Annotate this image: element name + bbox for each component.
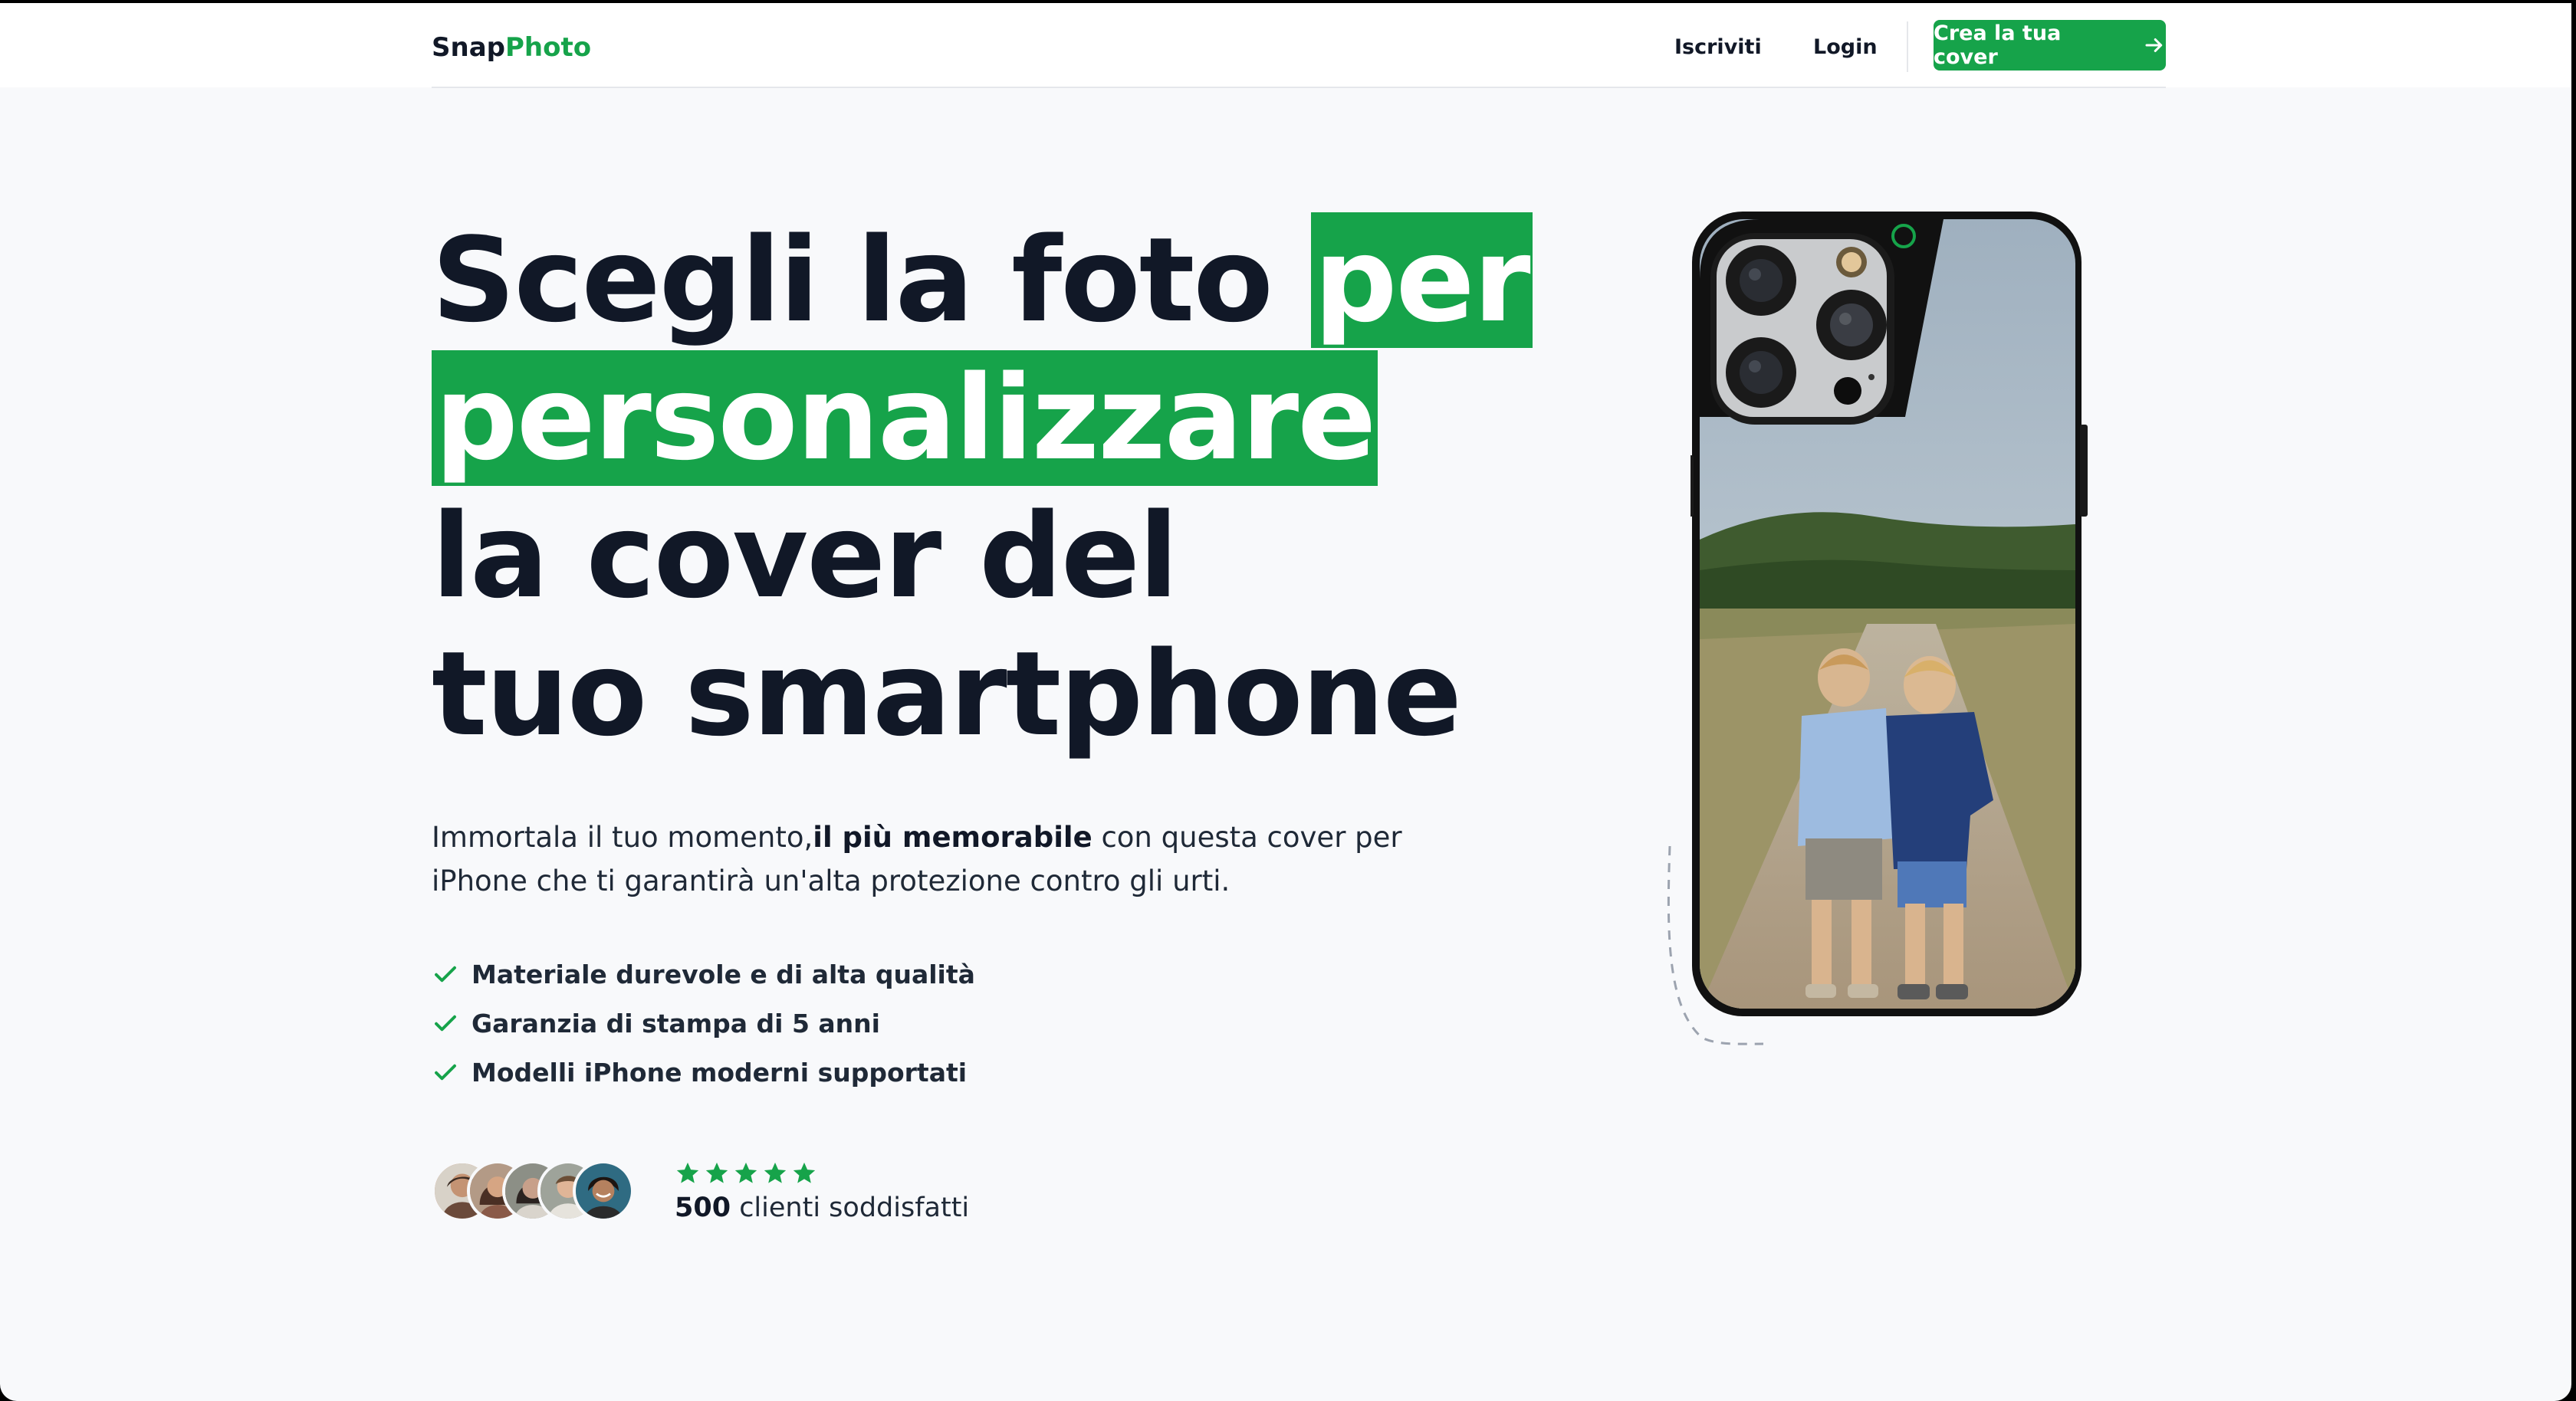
feature-list: Materiale durevole e di alta qualità Gar… xyxy=(432,950,975,1097)
hero-line-3: la cover del xyxy=(432,488,1178,624)
hero-description: Immortala il tuo momento,il più memorabi… xyxy=(432,815,1490,903)
description-part-1: Immortala il tuo momento, xyxy=(432,821,813,854)
create-cover-button[interactable]: Crea la tua cover xyxy=(1934,20,2166,71)
feature-item: Materiale durevole e di alta qualità xyxy=(432,950,975,999)
header-divider xyxy=(432,87,2166,88)
check-icon xyxy=(435,1064,456,1081)
hero-line-4: tuo smartphone xyxy=(432,626,1462,762)
feature-label: Garanzia di stampa di 5 anni xyxy=(472,1008,880,1038)
login-link[interactable]: Login xyxy=(1813,32,1878,63)
feature-item: Modelli iPhone moderni supportati xyxy=(432,1048,975,1097)
star-icon xyxy=(793,1162,816,1183)
avatar xyxy=(573,1160,634,1222)
satisfied-customers-label: clienti soddisfatti xyxy=(731,1193,970,1223)
create-cover-button-label: Crea la tua cover xyxy=(1934,21,2062,69)
feature-label: Modelli iPhone moderni supportati xyxy=(472,1057,968,1088)
brand-logo-part1: Snap xyxy=(432,32,505,63)
site-header: SnapPhoto Iscriviti Login Crea la tua co… xyxy=(0,3,2571,87)
brand-logo-part2: Photo xyxy=(504,32,592,63)
check-icon xyxy=(435,1015,456,1032)
browser-window: SnapPhoto Iscriviti Login Crea la tua co… xyxy=(0,3,2571,1401)
star-icon xyxy=(705,1162,728,1183)
rating-stars xyxy=(675,1160,817,1186)
check-icon xyxy=(435,966,456,983)
hero-line-1: Scegli la foto per xyxy=(432,212,1533,349)
satisfied-customers-text: 500 clienti soddisfatti xyxy=(675,1189,969,1226)
hero-line-1-text: Scegli la foto xyxy=(432,212,1311,348)
hero-highlight-per: per xyxy=(1310,212,1533,348)
phone-cover-preview xyxy=(1686,210,2093,1022)
arrow-right-icon xyxy=(2145,38,2163,52)
phone-case-illustration xyxy=(1686,212,2088,1016)
feature-label: Materiale durevole e di alta qualità xyxy=(472,959,975,989)
satisfied-customers-count: 500 xyxy=(675,1193,731,1223)
customer-avatars xyxy=(432,1160,646,1225)
brand-logo[interactable]: SnapPhoto xyxy=(432,31,591,64)
hero-highlight-personalizzare: personalizzare xyxy=(432,350,1378,486)
nav-divider xyxy=(1907,21,1908,72)
signup-link[interactable]: Iscriviti xyxy=(1674,32,1762,63)
hero-line-2: personalizzare xyxy=(432,349,1378,487)
star-icon xyxy=(764,1162,787,1183)
feature-item: Garanzia di stampa di 5 anni xyxy=(432,999,975,1048)
description-bold: il più memorabile xyxy=(813,821,1092,854)
star-icon xyxy=(734,1162,757,1183)
star-icon xyxy=(676,1162,699,1183)
